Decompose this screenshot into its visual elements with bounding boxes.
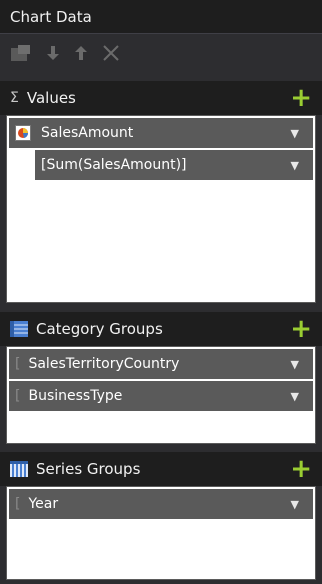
series-group-label: Year [28,496,59,512]
value-expression-label: [Sum(SalesAmount)] [41,157,187,173]
values-header: Σ Values + [0,81,322,115]
series-groups-header: Series Groups + [0,452,322,486]
chart-field-icon [15,125,31,141]
category-group-label: SalesTerritoryCountry [28,356,180,372]
chevron-down-icon[interactable]: ▼ [291,390,299,403]
value-field-label: SalesAmount [41,125,134,141]
chevron-down-icon[interactable]: ▼ [291,498,299,511]
panel-title: Chart Data [0,0,322,34]
add-series-group-button[interactable]: + [290,456,312,482]
series-groups-list: [ Year ▼ [6,486,316,580]
move-down-icon[interactable] [46,45,60,65]
sigma-icon: Σ [10,90,19,106]
category-group-row[interactable]: [ SalesTerritoryCountry ▼ [9,349,313,379]
chevron-down-icon[interactable]: ▼ [291,358,299,371]
category-list-icon [10,321,28,337]
delete-icon[interactable] [102,44,120,66]
move-up-icon[interactable] [74,45,88,65]
category-groups-list: [ SalesTerritoryCountry ▼ [ BusinessType… [6,346,316,444]
category-group-label: BusinessType [28,388,123,404]
values-list: SalesAmount ▼ [Sum(SalesAmount)] ▼ [6,115,316,303]
category-groups-title: Category Groups [36,320,163,338]
add-category-group-button[interactable]: + [290,316,312,342]
series-groups-title: Series Groups [36,460,141,478]
values-title: Values [26,89,76,107]
group-bracket-icon: [ [15,388,21,404]
add-value-button[interactable]: + [290,85,312,111]
category-groups-header: Category Groups + [0,312,322,346]
value-expression-row[interactable]: [Sum(SalesAmount)] ▼ [35,150,313,180]
category-group-row[interactable]: [ BusinessType ▼ [9,381,313,411]
series-group-row[interactable]: [ Year ▼ [9,489,313,519]
series-list-icon [10,461,28,477]
group-bracket-icon: [ [15,496,21,512]
toolbar [0,35,322,75]
panel-title-text: Chart Data [10,8,92,26]
properties-icon[interactable] [10,44,32,66]
chevron-down-icon[interactable]: ▼ [291,159,299,172]
value-field-row[interactable]: SalesAmount ▼ [9,118,313,148]
group-bracket-icon: [ [15,356,21,372]
chevron-down-icon[interactable]: ▼ [291,127,299,140]
